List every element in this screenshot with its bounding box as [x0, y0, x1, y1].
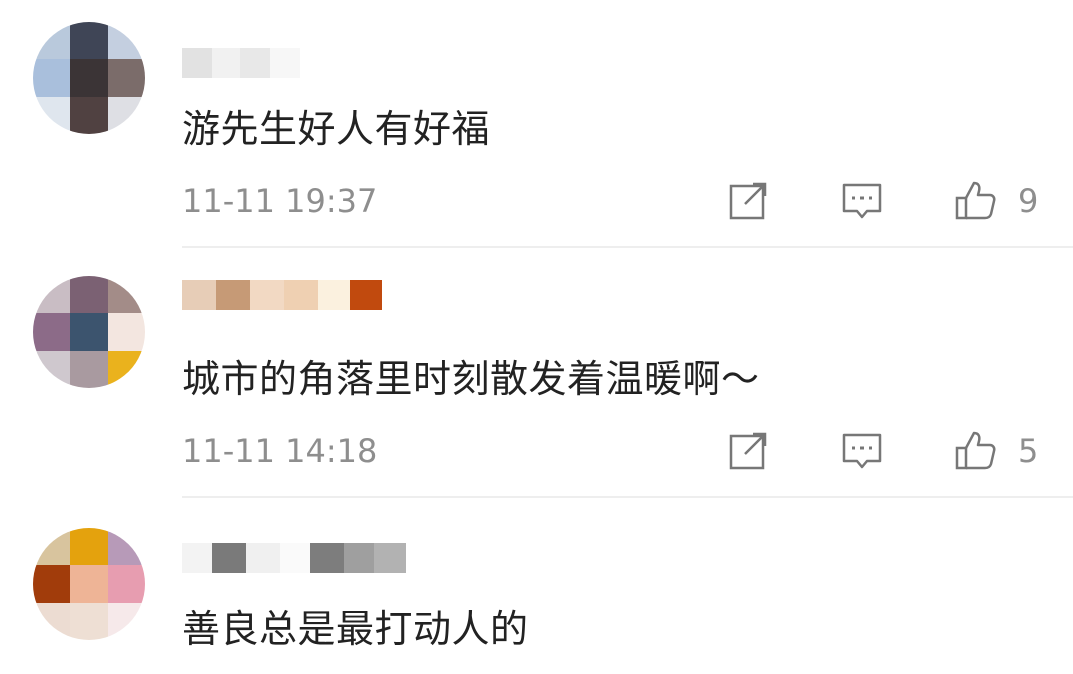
divider [182, 246, 1073, 248]
comment-text: 游先生好人有好福 [182, 107, 491, 151]
username[interactable] [182, 543, 406, 573]
comment-time: 11-11 19:37 [182, 182, 378, 220]
like-count: 5 [1018, 432, 1039, 470]
comment-icon[interactable] [840, 428, 884, 472]
avatar[interactable] [33, 276, 145, 388]
comment-text: 城市的角落里时刻散发着温暖啊～ [182, 357, 760, 401]
thumbs-up-icon[interactable] [953, 428, 997, 472]
divider [182, 496, 1073, 498]
comment-icon[interactable] [840, 178, 884, 222]
comment-text: 善良总是最打动人的 [182, 607, 529, 651]
share-icon[interactable] [727, 428, 771, 472]
share-icon[interactable] [727, 178, 771, 222]
like-count: 9 [1018, 182, 1039, 220]
avatar[interactable] [33, 528, 145, 640]
avatar[interactable] [33, 22, 145, 134]
username[interactable] [182, 280, 382, 310]
thumbs-up-icon[interactable] [953, 178, 997, 222]
username[interactable] [182, 48, 300, 78]
comment-time: 11-11 14:18 [182, 432, 378, 470]
